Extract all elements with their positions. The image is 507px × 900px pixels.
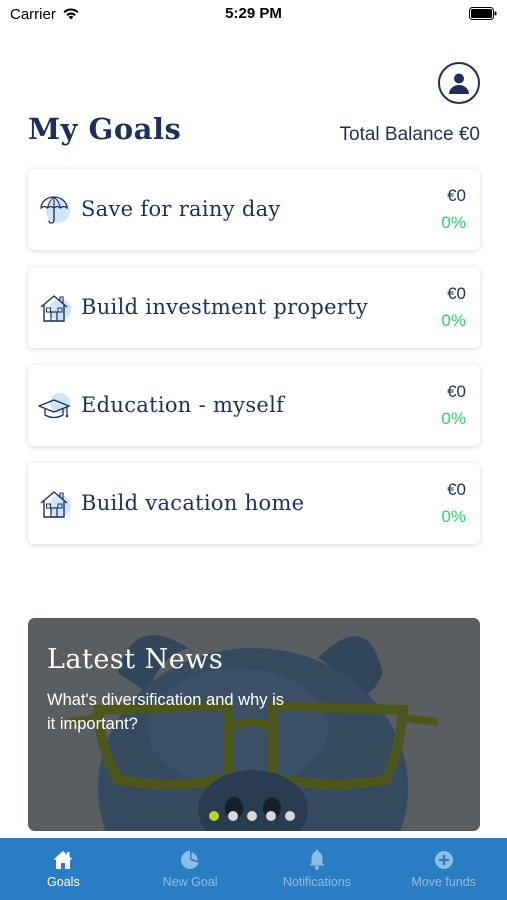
goal-card-rainy-day[interactable]: Save for rainy day €0 0% [28,169,480,250]
bell-icon [309,849,325,870]
tab-label: Move funds [411,875,476,889]
carousel-pagination [209,811,295,821]
goal-amount: €0 [447,186,466,205]
tab-bar: Goals New Goal Notifications Move funds [0,838,507,900]
goal-amount: €0 [447,284,466,303]
goal-progress-percent: 0% [441,311,466,330]
house-icon [40,295,71,322]
carousel-dot[interactable] [247,811,257,821]
goal-card-education[interactable]: Education - myself €0 0% [28,365,480,446]
goal-name: Save for rainy day [81,197,281,221]
goal-name: Education - myself [81,393,285,417]
home-icon [53,851,73,869]
tab-label: Goals [47,875,80,889]
news-subtitle: What's diversification and why is it imp… [47,691,284,733]
total-balance: Total Balance €0 [339,124,481,145]
battery-icon [469,7,497,20]
carousel-dot[interactable] [285,811,295,821]
goal-progress-percent: 0% [441,213,466,232]
carousel-dot[interactable] [228,811,238,821]
tab-move-funds[interactable]: Move funds [380,838,507,900]
goal-progress-percent: 0% [441,507,466,526]
goal-amount: €0 [447,382,466,401]
goal-card-vacation-home[interactable]: Build vacation home €0 0% [28,463,480,544]
pie-chart-icon [181,851,200,869]
house-icon [40,491,71,518]
tab-notifications[interactable]: Notifications [254,838,381,900]
profile-button[interactable] [438,62,480,104]
tab-label: Notifications [282,875,351,889]
tab-new-goal[interactable]: New Goal [127,838,254,900]
goal-progress-percent: 0% [441,409,466,428]
news-carousel[interactable]: Latest News What's diversification and w… [28,618,480,831]
goal-amount: €0 [447,480,466,499]
tab-label: New Goal [162,875,218,889]
carousel-dot[interactable] [209,811,219,821]
user-icon [449,73,469,94]
goal-name: Build vacation home [81,491,305,515]
page-title: My Goals [28,112,182,146]
goal-list: Save for rainy day €0 0% Build investmen… [28,169,480,561]
tab-goals[interactable]: Goals [0,838,127,900]
news-title: Latest News [47,644,224,675]
status-bar: Carrier 5:29 PM [0,0,507,30]
umbrella-icon [40,196,70,224]
graduation-cap-icon [38,393,71,419]
goal-name: Build investment property [81,295,369,319]
clock: 5:29 PM [225,5,282,22]
carousel-dot[interactable] [266,811,276,821]
plus-circle-icon [434,851,453,869]
goal-card-investment-property[interactable]: Build investment property €0 0% [28,267,480,348]
